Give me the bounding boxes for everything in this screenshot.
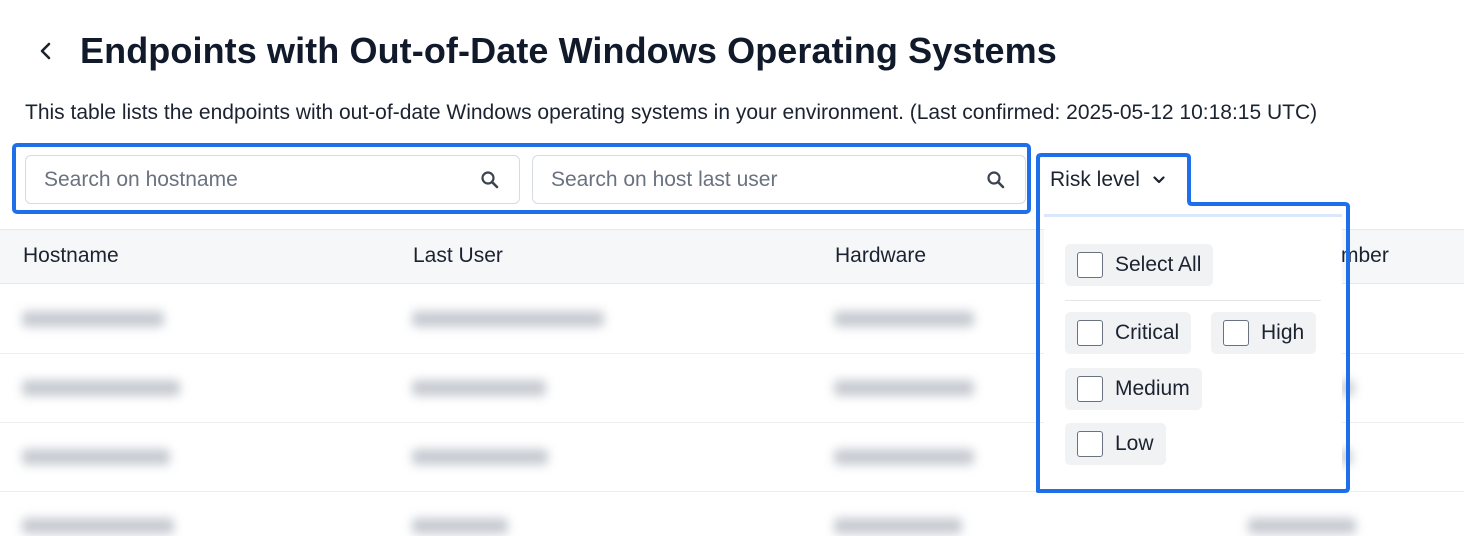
risk-highlight-frame — [1036, 153, 1350, 494]
redacted-cell — [412, 380, 546, 396]
last-user-search-input[interactable]: Search on host last user — [532, 155, 1026, 204]
redacted-cell — [834, 380, 974, 396]
search-icon — [985, 169, 1007, 191]
redacted-cell — [22, 380, 180, 396]
page-title: Endpoints with Out-of-Date Windows Opera… — [80, 30, 1057, 71]
redacted-cell — [834, 518, 962, 534]
redacted-cell — [1248, 518, 1356, 534]
redacted-cell — [412, 311, 604, 327]
redacted-cell — [22, 311, 164, 327]
hostname-search-input[interactable]: Search on hostname — [25, 155, 520, 204]
search-icon — [479, 169, 501, 191]
redacted-cell — [22, 449, 170, 465]
redacted-cell — [412, 449, 548, 465]
redacted-cell — [22, 518, 174, 534]
redacted-cell — [834, 449, 974, 465]
last-user-search-placeholder: Search on host last user — [551, 167, 778, 191]
page-header: Endpoints with Out-of-Date Windows Opera… — [34, 26, 1057, 76]
column-header-last-user[interactable]: Last User — [413, 244, 503, 268]
column-header-hostname[interactable]: Hostname — [23, 244, 119, 268]
back-chevron-icon[interactable] — [34, 39, 58, 63]
redacted-cell — [834, 311, 974, 327]
table-row[interactable] — [0, 492, 1464, 536]
redacted-cell — [412, 518, 508, 534]
page-description: This table lists the endpoints with out-… — [25, 101, 1318, 124]
hostname-search-placeholder: Search on hostname — [44, 167, 238, 191]
column-header-hardware[interactable]: Hardware — [835, 244, 926, 268]
